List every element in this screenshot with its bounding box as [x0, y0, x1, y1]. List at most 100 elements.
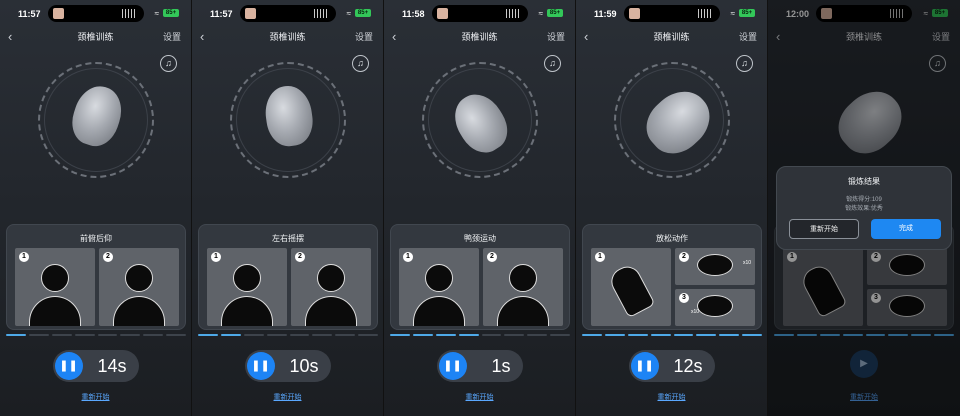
restart-link[interactable]: 重新开始: [192, 392, 383, 402]
wifi-icon: ≈: [346, 9, 351, 18]
restart-link[interactable]: 重新开始: [576, 392, 767, 402]
audio-wave-icon: [506, 9, 520, 18]
progress-segment: [97, 334, 118, 336]
countdown-seconds: 12s: [673, 356, 703, 376]
nav-bar: ‹ 颈椎训练 设置: [384, 28, 575, 46]
body-figure-icon: [221, 296, 273, 326]
progress-segment: [358, 334, 378, 336]
status-time: 11:58: [402, 9, 425, 19]
progress-segment: [458, 334, 479, 336]
settings-button[interactable]: 设置: [355, 28, 373, 46]
done-button[interactable]: 完成: [871, 219, 941, 239]
body-figure-icon: [413, 296, 465, 326]
wifi-icon: ≈: [538, 9, 543, 18]
hand-press-icon: [697, 295, 733, 317]
pause-button[interactable]: ❚❚: [54, 352, 83, 380]
step-number: 1: [211, 252, 221, 262]
settings-button[interactable]: 设置: [547, 28, 565, 46]
restart-link[interactable]: 重新开始: [384, 392, 575, 402]
step-tile-2: 2: [483, 248, 563, 326]
head-figure-icon: [125, 264, 153, 292]
progress-segment: [28, 334, 49, 336]
modal-title: 锻炼结果: [848, 177, 880, 186]
progress-segment: [335, 334, 356, 336]
step-tile-2: 2: [291, 248, 371, 326]
music-note-icon[interactable]: ♫: [160, 55, 177, 72]
exercise-progress: [390, 334, 570, 337]
step-number: 1: [19, 252, 29, 262]
step-tile-1: 1: [207, 248, 287, 326]
step-tile-1: 1: [15, 248, 95, 326]
progress-segment: [673, 334, 694, 336]
praying-hands-icon: [606, 261, 656, 319]
exercise-title: 鸭颈运动: [464, 234, 496, 243]
progress-segment: [550, 334, 570, 336]
step-number: 1: [595, 252, 605, 262]
restart-link[interactable]: 重新开始: [0, 392, 191, 402]
wifi-icon: ≈: [154, 9, 159, 18]
exercise-title: 放松动作: [656, 234, 688, 243]
step-number: 2: [679, 252, 689, 262]
music-note-icon[interactable]: ♫: [352, 55, 369, 72]
step-tile-3: 3 x10: [675, 289, 755, 326]
progress-segment: [74, 334, 95, 336]
pause-button[interactable]: ❚❚: [630, 352, 659, 380]
hand-press-icon: [697, 254, 733, 276]
progress-segment: [650, 334, 671, 336]
progress-segment: [435, 334, 456, 336]
progress-segment: [120, 334, 141, 336]
step-tile-2: 2 x10: [675, 248, 755, 285]
screen-2: 11:57 ≈ 85+ ‹ 颈椎训练 设置 ♫ 左右摇摆 1 2 ❚❚ 10s …: [192, 0, 384, 416]
screen-1: 11:57 ≈ 85+ ‹ 颈椎训练 设置 ♫ 前俯后仰 1 2 ❚❚ 14s …: [0, 0, 192, 416]
status-time: 11:57: [210, 9, 233, 19]
battery-indicator: 85+: [355, 9, 371, 17]
settings-button[interactable]: 设置: [163, 28, 181, 46]
step-number: 3: [679, 293, 689, 303]
progress-segment: [198, 334, 218, 336]
head-figure-icon: [41, 264, 69, 292]
body-figure-icon: [305, 296, 357, 326]
body-figure-icon: [29, 296, 81, 326]
exercise-progress: [582, 334, 762, 337]
progress-segment: [390, 334, 410, 336]
countdown-seconds: 14s: [97, 356, 127, 376]
exercise-progress: [6, 334, 186, 337]
battery-indicator: 85+: [547, 9, 563, 17]
restart-button[interactable]: 重新开始: [789, 219, 859, 239]
exercise-card: 前俯后仰 1 2: [6, 224, 186, 330]
nav-bar: ‹ 颈椎训练 设置: [0, 28, 191, 46]
nav-bar: ‹ 颈椎训练 设置: [576, 28, 767, 46]
exercise-card: 放松动作 1 2 x10 3 x10: [582, 224, 762, 330]
progress-segment: [51, 334, 72, 336]
music-note-icon[interactable]: ♫: [544, 55, 561, 72]
step-number: 2: [295, 252, 305, 262]
exercise-progress: [198, 334, 378, 337]
score-text: 锻炼得分:109: [846, 197, 882, 203]
result-modal: 锻炼结果 锻炼得分:109 锻炼效果:优秀 重新开始 完成: [776, 166, 952, 250]
head-figure-icon: [509, 264, 537, 292]
timer-pill: ❚❚ 1s: [436, 350, 523, 382]
progress-segment: [696, 334, 717, 336]
exercise-card: 左右摇摆 1 2: [198, 224, 378, 330]
exercise-title: 前俯后仰: [80, 234, 112, 243]
step-tile-1: 1: [591, 248, 671, 326]
head-figure-icon: [233, 264, 261, 292]
countdown-seconds: 1s: [491, 356, 511, 376]
step-tile-1: 1: [399, 248, 479, 326]
pause-button[interactable]: ❚❚: [246, 352, 275, 380]
music-note-icon[interactable]: ♫: [736, 55, 753, 72]
settings-button[interactable]: 设置: [739, 28, 757, 46]
body-figure-icon: [113, 296, 165, 326]
progress-segment: [220, 334, 241, 336]
progress-segment: [604, 334, 625, 336]
progress-segment: [627, 334, 648, 336]
status-bar: 11:58 ≈ 85+: [384, 0, 575, 28]
progress-segment: [6, 334, 26, 336]
audio-wave-icon: [122, 9, 136, 18]
now-playing-thumbnail: [53, 8, 64, 19]
status-bar: 11:57 ≈ 85+: [192, 0, 383, 28]
head-figure-icon: [317, 264, 345, 292]
step-number: 2: [103, 252, 113, 262]
timer-pill: ❚❚ 10s: [244, 350, 331, 382]
pause-button[interactable]: ❚❚: [438, 352, 467, 380]
